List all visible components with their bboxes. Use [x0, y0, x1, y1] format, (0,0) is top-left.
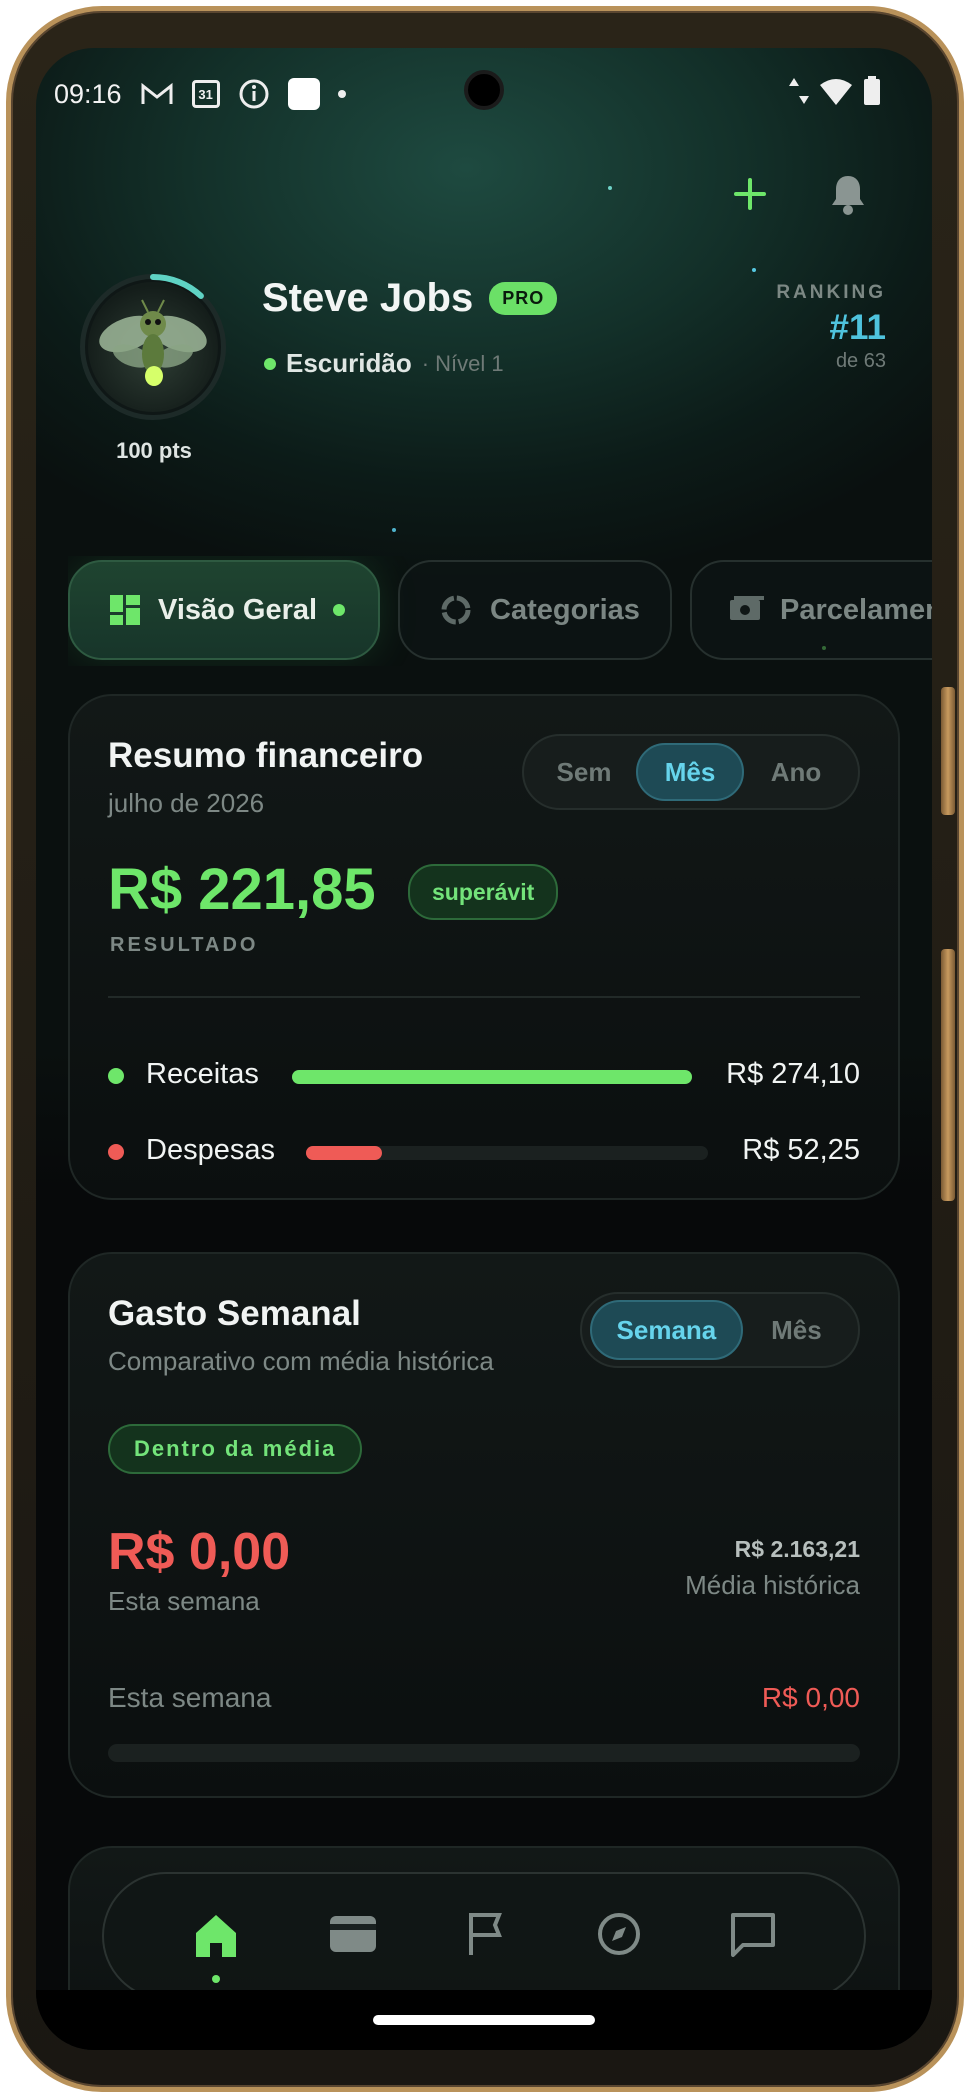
card-subtitle: julho de 2026	[108, 788, 265, 818]
historical-average-value: R$ 2.163,21	[734, 1536, 860, 1562]
compass-icon	[597, 1912, 640, 1955]
power-button	[941, 949, 955, 1201]
status-time: 09:16	[54, 78, 122, 109]
financial-summary-card: Resumo financeiro julho de 2026 Sem Mês …	[68, 694, 900, 1200]
decor-star	[752, 268, 756, 272]
active-indicator-dot	[333, 604, 346, 616]
average-status-badge: Dentro da média	[108, 1424, 363, 1474]
flag-icon	[468, 1912, 502, 1955]
tab-categorias[interactable]: Categorias	[398, 560, 672, 660]
expense-bar-fill	[306, 1146, 383, 1160]
tab-label: Parcelamentos	[780, 593, 932, 626]
week-month-toggle: Semana Mês	[580, 1292, 860, 1368]
wifi-icon	[820, 79, 852, 105]
toggle-month[interactable]: Mês	[743, 1315, 850, 1346]
ranking-block[interactable]: RANKING #11 de 63	[766, 282, 886, 373]
level-label: · Nível 1	[421, 350, 504, 376]
expense-row: Despesas R$ 52,25	[108, 1132, 860, 1172]
tab-label: Visão Geral	[158, 593, 318, 626]
notifications-button[interactable]	[828, 172, 868, 216]
battery-icon	[864, 76, 880, 105]
income-bar-fill	[292, 1070, 692, 1084]
result-label: RESULTADO	[110, 934, 259, 956]
income-dot	[108, 1068, 124, 1084]
active-indicator-dot	[212, 1975, 221, 1983]
tab-parcelamentos[interactable]: Parcelamentos	[690, 560, 932, 660]
decor-star	[608, 186, 612, 190]
volume-button	[941, 687, 955, 815]
progress-row-value: R$ 0,00	[761, 1682, 860, 1713]
status-right	[788, 76, 882, 106]
week-amount: R$ 0,00	[108, 1523, 291, 1581]
profile-name-row: Steve Jobs PRO	[262, 276, 558, 321]
toggle-week[interactable]: Semana	[590, 1300, 743, 1360]
app-screen: 09:16 31 100 pts Steve Jobs PRO Escuridã…	[36, 48, 932, 2050]
weekly-progress-track	[108, 1744, 860, 1762]
info-icon	[239, 79, 269, 109]
nav-wallet[interactable]	[328, 1912, 378, 1961]
tab-visao-geral[interactable]: Visão Geral	[68, 560, 380, 660]
progress-row-label: Esta semana	[108, 1682, 272, 1713]
firefly-mascot-icon	[99, 299, 207, 386]
ranking-total: de 63	[835, 350, 886, 372]
surplus-badge: superávit	[408, 864, 559, 920]
historical-average-label: Média histórica	[685, 1570, 860, 1600]
bell-icon	[832, 176, 864, 215]
wallet-icon	[330, 1915, 377, 1952]
income-bar-track	[292, 1070, 692, 1084]
notification-dot-icon	[337, 90, 346, 98]
nav-explore[interactable]	[596, 1911, 642, 1962]
period-month[interactable]: Mês	[636, 743, 744, 801]
user-name: Steve Jobs	[262, 276, 474, 320]
divider	[108, 996, 860, 998]
week-amount-label: Esta semana	[108, 1586, 260, 1616]
nav-messages[interactable]	[729, 1911, 777, 1962]
grid-icon	[110, 595, 140, 625]
nav-home[interactable]	[191, 1911, 241, 1983]
points-label: 100 pts	[116, 438, 192, 463]
home-icon	[196, 1915, 237, 1957]
ranking-label: RANKING	[776, 282, 886, 303]
result-amount: R$ 221,85	[108, 857, 376, 922]
decor-star	[392, 528, 396, 532]
period-selector: Sem Mês Ano	[522, 734, 860, 810]
tab-label: Categorias	[490, 593, 640, 626]
card-title: Gasto Semanal	[108, 1294, 361, 1333]
home-indicator[interactable]	[373, 2015, 595, 2025]
period-year[interactable]: Ano	[744, 757, 848, 788]
pro-badge: PRO	[489, 282, 558, 315]
calendar-icon: 31	[191, 80, 220, 108]
section-tabs: Visão Geral Categorias Parcelamentos	[68, 556, 932, 666]
period-week[interactable]: Sem	[532, 757, 636, 788]
status-dot	[264, 357, 276, 370]
status-label: Escuridão	[286, 348, 412, 378]
ranking-value: #11	[829, 308, 886, 347]
income-row: Receitas R$ 274,10	[108, 1056, 860, 1096]
plus-icon	[734, 178, 766, 210]
expense-bar-track	[306, 1146, 708, 1160]
avatar-frame[interactable]	[80, 274, 226, 420]
donut-icon	[441, 595, 471, 625]
expense-dot	[108, 1144, 124, 1160]
card-subtitle: Comparativo com média histórica	[108, 1346, 494, 1376]
nav-goals[interactable]	[465, 1911, 509, 1962]
income-value: R$ 274,10	[726, 1058, 860, 1090]
expense-value: R$ 52,25	[742, 1134, 860, 1166]
avatar	[88, 282, 218, 412]
profile-status-row: Escuridão · Nível 1	[264, 348, 504, 379]
add-button[interactable]	[730, 174, 770, 214]
status-bar: 09:16 31	[54, 78, 346, 110]
weekly-spending-card: Gasto Semanal Comparativo com média hist…	[68, 1252, 900, 1798]
app-square-icon	[287, 78, 320, 110]
income-label: Receitas	[146, 1058, 259, 1090]
chat-icon	[730, 1912, 775, 1957]
gmail-icon	[141, 82, 173, 104]
data-arrows-icon	[789, 78, 809, 104]
card-title: Resumo financeiro	[108, 736, 424, 775]
expense-label: Despesas	[146, 1134, 275, 1166]
front-camera	[464, 70, 504, 110]
cash-icon	[730, 596, 764, 620]
bottom-navigation	[102, 1872, 866, 2000]
